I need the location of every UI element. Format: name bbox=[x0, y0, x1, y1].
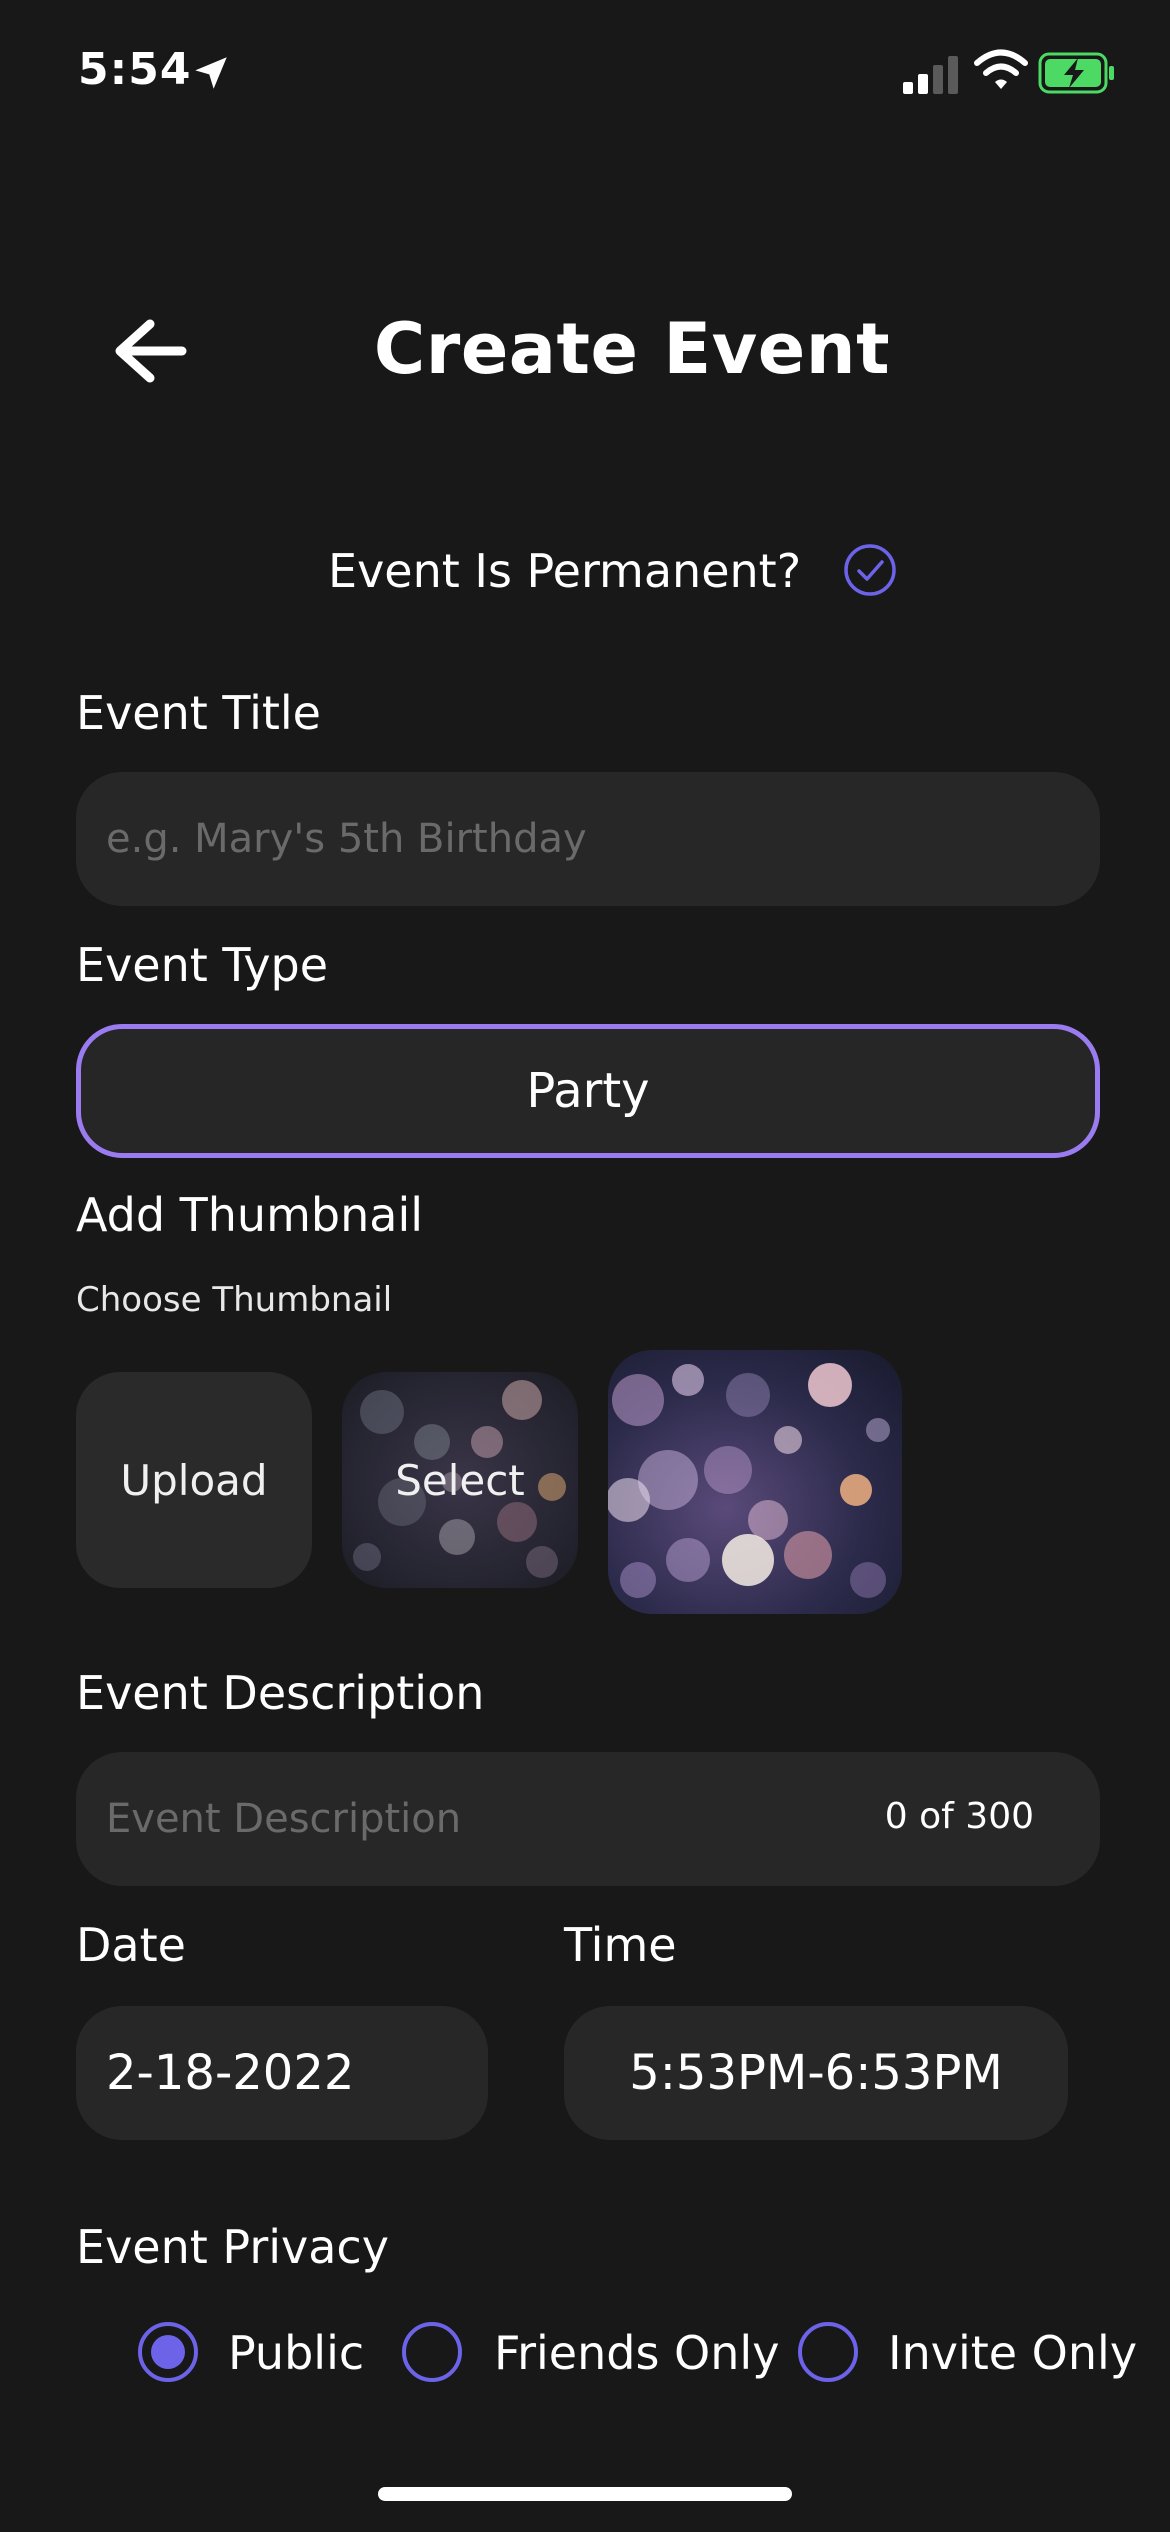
event-description-field: 0 of 300 bbox=[76, 1752, 1100, 1886]
bokeh-preview-image bbox=[608, 1350, 902, 1614]
location-arrow-icon bbox=[195, 57, 227, 89]
check-icon bbox=[857, 560, 884, 581]
privacy-option-invite-only[interactable]: Invite Only bbox=[798, 2322, 1137, 2384]
add-thumbnail-label: Add Thumbnail bbox=[76, 1188, 423, 1242]
privacy-option-label: Friends Only bbox=[494, 2326, 780, 2380]
choose-thumbnail-label: Choose Thumbnail bbox=[76, 1280, 393, 1320]
event-title-field bbox=[76, 772, 1100, 906]
radio-unselected-icon bbox=[798, 2322, 858, 2382]
signal-icon bbox=[903, 56, 958, 94]
permanent-label: Event Is Permanent? bbox=[328, 544, 802, 598]
radio-selected-icon bbox=[138, 2322, 198, 2382]
status-bar: 5:54 bbox=[0, 0, 1170, 150]
status-time: 5:54 bbox=[78, 44, 192, 95]
upload-thumbnail-button[interactable]: Upload bbox=[76, 1372, 312, 1588]
time-picker[interactable]: 5:53PM-6:53PM bbox=[564, 2006, 1068, 2140]
event-type-label: Event Type bbox=[76, 938, 329, 992]
select-label: Select bbox=[395, 1455, 525, 1505]
privacy-option-public[interactable]: Public bbox=[138, 2322, 368, 2384]
event-title-label: Event Title bbox=[76, 686, 321, 740]
event-description-label: Event Description bbox=[76, 1666, 485, 1720]
battery-charging-icon bbox=[1038, 52, 1114, 94]
page-title: Create Event bbox=[373, 308, 891, 390]
event-privacy-label: Event Privacy bbox=[76, 2220, 389, 2274]
wifi-icon bbox=[974, 49, 1028, 89]
header: Create Event bbox=[0, 290, 1170, 400]
character-counter: 0 of 300 bbox=[884, 1796, 1034, 1837]
event-description-input[interactable] bbox=[76, 1752, 876, 1886]
date-label: Date bbox=[76, 1918, 186, 1972]
privacy-option-label: Invite Only bbox=[888, 2326, 1138, 2380]
date-picker[interactable]: 2-18-2022 bbox=[76, 2006, 488, 2140]
thumbnail-preview[interactable] bbox=[608, 1350, 902, 1614]
event-type-select[interactable]: Party bbox=[76, 1024, 1100, 1158]
select-thumbnail-button[interactable]: Select bbox=[342, 1372, 578, 1588]
radio-unselected-icon bbox=[402, 2322, 462, 2382]
time-label: Time bbox=[564, 1918, 677, 1972]
permanent-checkbox[interactable] bbox=[842, 542, 898, 598]
privacy-option-friends-only[interactable]: Friends Only bbox=[402, 2322, 779, 2384]
home-indicator bbox=[378, 2487, 792, 2501]
privacy-option-label: Public bbox=[228, 2326, 365, 2380]
event-title-input[interactable] bbox=[76, 772, 1100, 906]
permanent-toggle-row: Event Is Permanent? bbox=[0, 538, 1170, 602]
upload-label: Upload bbox=[120, 1455, 268, 1505]
